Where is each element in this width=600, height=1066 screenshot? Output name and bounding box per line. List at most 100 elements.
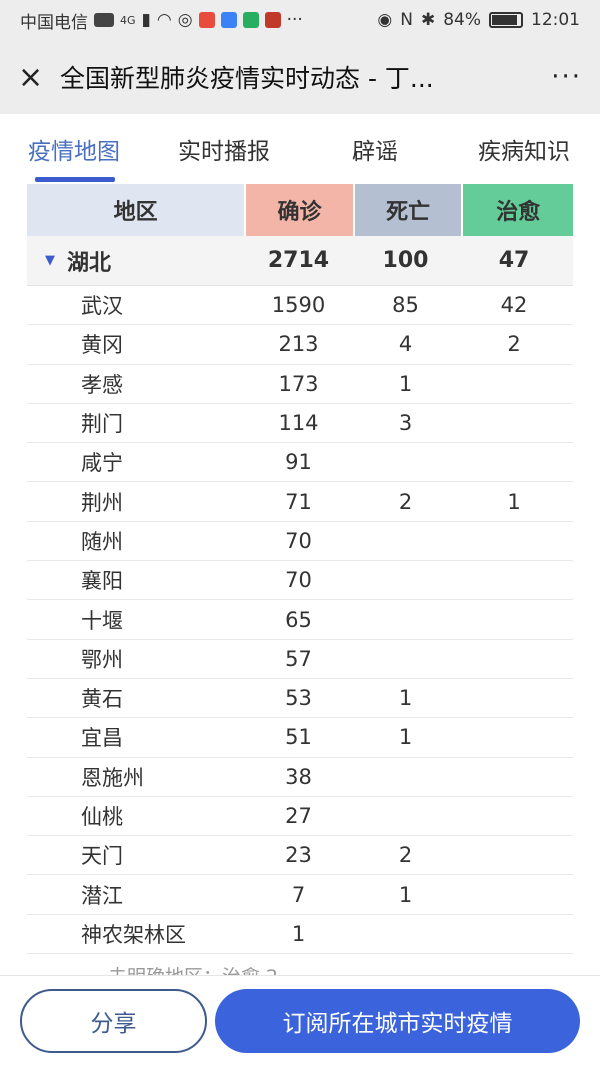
province-confirmed: 2714 [267,248,330,273]
table-row: 荆门 114 3 [27,404,573,444]
table-row: 随州 70 [27,522,573,562]
city-dead: 1 [398,686,413,711]
battery-percent: 84% [443,10,481,30]
city-confirmed: 70 [285,568,312,593]
table-row: 宜昌 51 1 [27,718,573,758]
city-name: 荆州 [81,490,123,515]
city-dead: 85 [392,293,419,318]
header-dead: 死亡 [354,184,462,236]
city-cured [459,640,569,678]
table-row: 十堰 65 [27,600,573,640]
city-name: 十堰 [81,608,123,633]
collapse-arrow-icon[interactable]: ▼ [45,253,55,268]
city-name: 孝感 [81,372,123,397]
city-cured [459,443,569,481]
city-dead [352,600,459,638]
table-row: 鄂州 57 [27,640,573,679]
share-button[interactable]: 分享 [20,989,207,1053]
table-row: 荆州 71 2 1 [27,482,573,522]
city-cured [459,797,569,835]
subscribe-city-button[interactable]: 订阅所在城市实时疫情 [215,989,580,1053]
bottom-action-bar: 分享 订阅所在城市实时疫情 [0,975,600,1066]
city-name: 荆门 [81,412,123,437]
city-cured: 2 [507,332,521,357]
city-dead: 2 [398,843,413,868]
table-row: 黄冈 213 4 2 [27,325,573,365]
city-dead: 3 [398,411,413,436]
province-dead: 100 [382,248,429,273]
tab-bar: 疫情地图 实时播报 辟谣 疾病知识 [0,114,600,184]
city-confirmed: 53 [285,686,312,711]
city-cured [459,915,569,953]
header-region: 地区 [27,184,245,236]
city-dead [352,915,459,953]
wifi-icon: ◠ [156,10,172,30]
city-name: 黄冈 [81,333,123,358]
city-name: 鄂州 [81,647,123,672]
green-app-icon [242,12,259,28]
city-dead: 1 [398,725,413,750]
city-name: 襄阳 [81,569,123,594]
city-dead: 2 [398,489,413,514]
city-name: 黄石 [81,687,123,712]
clock: 12:01 [531,10,580,30]
city-cured [459,561,569,599]
table-header: 地区 确诊 死亡 治愈 [27,184,574,236]
city-cured [459,404,569,442]
netease-app-icon [264,12,281,28]
eye-icon: ◉ [377,10,393,30]
table-row: 襄阳 70 [27,561,573,601]
city-name: 咸宁 [81,451,123,476]
table-row: 潜江 7 1 [27,875,573,915]
city-dead [352,758,459,796]
city-name: 潜江 [81,883,123,908]
city-cured [459,679,569,717]
city-confirmed: 71 [285,489,312,514]
city-confirmed: 57 [285,646,312,671]
battery-icon [489,12,523,28]
table-row: 恩施州 38 [27,758,573,797]
city-confirmed: 70 [285,528,312,553]
baidu-app-icon [220,12,237,28]
province-row-hubei[interactable]: ▼ 湖北 2714 100 47 [27,236,573,286]
table-row: 黄石 53 1 [27,679,573,719]
more-icon[interactable]: ··· [531,62,582,92]
province-name: 湖北 [67,250,112,276]
header-cured: 治愈 [463,184,574,236]
city-cured [459,836,569,874]
tab-epidemic-map[interactable]: 疫情地图 [28,132,178,166]
tab-rumors[interactable]: 辟谣 [352,132,478,166]
city-dead [352,797,459,835]
tab-disease-knowledge[interactable]: 疾病知识 [478,132,570,166]
tab-live-report[interactable]: 实时播报 [178,132,352,166]
city-dead: 1 [398,371,413,396]
region-table: 地区 确诊 死亡 治愈 ▼ 湖北 2714 100 47 武汉 1590 85 42 黄冈… [27,184,574,976]
city-confirmed: 38 [285,764,312,789]
city-rows: 武汉 1590 85 42 黄冈 213 4 2 孝感 173 1 荆门 114 3 咸宁 91 荆州 71 2 1 随… [27,286,573,955]
city-name: 随州 [81,529,123,554]
table-row: 武汉 1590 85 42 [27,286,573,326]
table-row: 天门 23 2 [27,836,573,876]
city-cured [459,758,569,796]
city-confirmed: 91 [285,450,312,475]
page-title: 全国新型肺炎疫情实时动态 - 丁... [60,64,434,93]
city-confirmed: 51 [285,725,312,750]
status-bar: 中国电信 4G ▮ ◠ ◎ ··· ◉ N ✱ 84% 12:01 [0,0,600,40]
city-name: 武汉 [81,294,123,319]
city-confirmed: 213 [278,332,319,357]
city-cured: 1 [507,489,521,514]
city-confirmed: 173 [278,371,319,396]
city-cured: 42 [500,293,528,318]
city-dead [352,561,459,599]
table-row: 咸宁 91 [27,443,573,483]
city-confirmed: 65 [285,607,312,632]
hd-icon [94,13,114,27]
province-cured: 47 [498,248,530,273]
city-name: 仙桃 [81,805,123,829]
city-cured [459,875,569,913]
city-confirmed: 1590 [271,293,326,318]
city-cured [459,365,569,403]
close-icon[interactable]: × [18,60,58,95]
city-cured [459,718,569,756]
city-confirmed: 27 [285,804,312,828]
